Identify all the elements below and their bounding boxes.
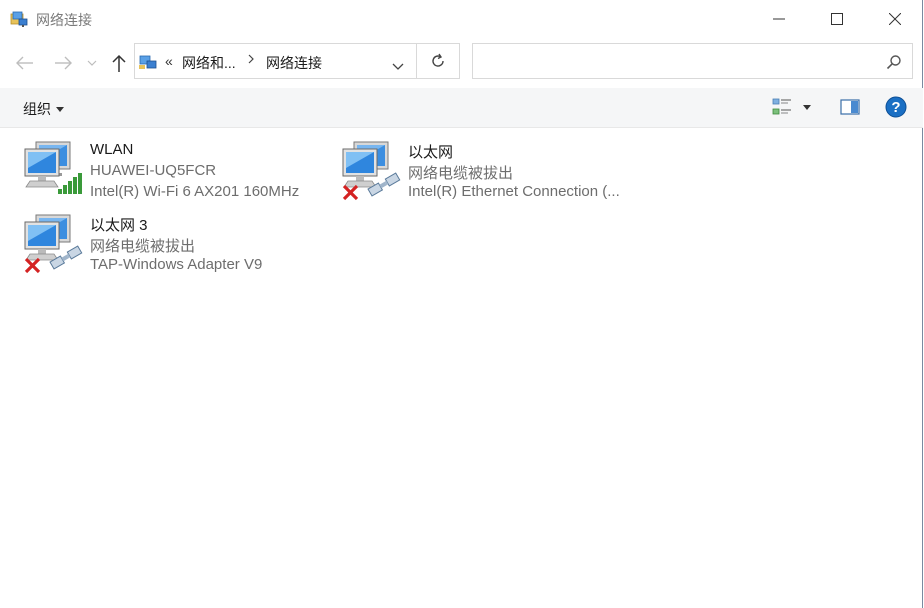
back-button[interactable] (14, 52, 36, 74)
connections-list: WLAN HUAWEI-UQ5FCR Intel(R) Wi-Fi 6 AX20… (0, 128, 923, 608)
wifi-adapter-icon (24, 141, 86, 201)
close-button[interactable] (866, 0, 924, 38)
explorer-window: 网络连接 « 网络和... 网络连接 组织 ? WLAN HUAWEI-UQ5F… (0, 0, 923, 608)
search-icon[interactable] (886, 54, 902, 75)
refresh-icon (432, 53, 444, 67)
breadcrumb-current[interactable]: 网络连接 (266, 53, 322, 73)
help-button[interactable]: ? (885, 96, 907, 118)
title-bar[interactable]: 网络连接 (0, 0, 923, 38)
error-x-icon (342, 184, 359, 201)
arrow-up-icon (112, 54, 126, 72)
preview-pane-icon (840, 99, 860, 115)
connection-item-wlan[interactable]: WLAN HUAWEI-UQ5FCR Intel(R) Wi-Fi 6 AX20… (24, 141, 334, 213)
view-dropdown-button[interactable] (803, 105, 811, 110)
arrow-left-icon (16, 56, 33, 70)
svg-text:?: ? (891, 99, 900, 116)
address-bar[interactable]: « 网络和... 网络连接 (134, 43, 417, 79)
close-icon (889, 13, 901, 25)
maximize-icon (831, 13, 843, 25)
connection-status: HUAWEI-UQ5FCR (90, 162, 217, 179)
connection-status: 网络电缆被拔出 (90, 238, 196, 255)
arrow-right-icon (55, 56, 72, 70)
error-x-icon (24, 257, 41, 274)
connection-item-ethernet-3[interactable]: 以太网 3 网络电缆被拔出 TAP-Windows Adapter V9 (24, 214, 334, 286)
connection-status: 网络电缆被拔出 (408, 165, 514, 182)
address-dropdown-icon[interactable] (392, 58, 404, 76)
up-button[interactable] (108, 52, 130, 74)
organize-menu-button[interactable]: 组织 (23, 99, 64, 119)
command-bar: 组织 ? (0, 88, 923, 128)
recent-locations-button[interactable] (84, 52, 100, 74)
minimize-icon (773, 18, 785, 20)
connection-name: 以太网 (408, 144, 454, 161)
forward-button[interactable] (52, 52, 74, 74)
search-box[interactable] (472, 43, 913, 79)
network-connections-icon (139, 53, 157, 71)
ethernet-adapter-icon (342, 141, 404, 201)
network-folder-icon (10, 10, 28, 28)
caret-down-icon (803, 105, 811, 110)
maximize-button[interactable] (808, 0, 866, 38)
change-view-button[interactable] (772, 97, 792, 117)
connection-item-ethernet[interactable]: 以太网 网络电缆被拔出 Intel(R) Ethernet Connection… (342, 141, 652, 213)
breadcrumb-parent[interactable]: 网络和... (182, 53, 236, 73)
search-input[interactable] (479, 50, 873, 74)
navigation-bar: « 网络和... 网络连接 (0, 38, 923, 86)
caret-down-icon (56, 106, 64, 112)
chevron-down-icon (87, 60, 97, 66)
connection-name: WLAN (90, 141, 134, 158)
window-title: 网络连接 (36, 12, 92, 28)
preview-pane-button[interactable] (840, 98, 860, 116)
view-options-icon (772, 98, 791, 115)
help-icon: ? (885, 96, 907, 118)
minimize-button[interactable] (750, 0, 808, 38)
connection-device: TAP-Windows Adapter V9 (90, 256, 263, 273)
connection-device: Intel(R) Wi-Fi 6 AX201 160MHz (90, 183, 300, 200)
refresh-button[interactable] (417, 43, 460, 79)
ethernet-adapter-icon (24, 214, 86, 274)
connection-name: 以太网 3 (90, 217, 148, 234)
breadcrumb-overflow[interactable]: « (165, 53, 173, 69)
organize-label: 组织 (23, 101, 51, 117)
connection-device: Intel(R) Ethernet Connection (... (408, 183, 620, 200)
breadcrumb-separator-icon (247, 52, 255, 68)
